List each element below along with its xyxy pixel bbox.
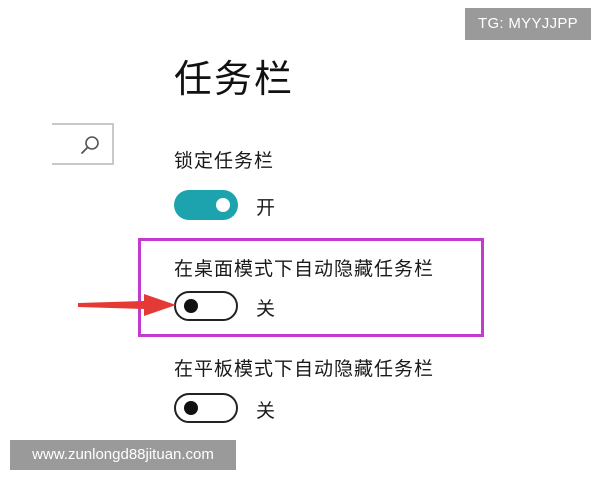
setting-label-autohide-tablet: 在平板模式下自动隐藏任务栏: [174, 358, 435, 380]
toggle-lock-taskbar[interactable]: [174, 190, 238, 220]
setting-label-autohide-desktop: 在桌面模式下自动隐藏任务栏: [174, 258, 435, 280]
tg-badge: TG: MYYJJPP: [465, 8, 591, 40]
toggle-autohide-tablet[interactable]: [174, 393, 238, 423]
search-icon[interactable]: [79, 134, 101, 156]
state-label-lock-taskbar: 开: [256, 197, 276, 219]
search-box[interactable]: [52, 123, 114, 165]
page-title: 任务栏: [174, 57, 295, 101]
red-arrow-icon: [78, 294, 176, 316]
toggle-autohide-desktop[interactable]: [174, 291, 238, 321]
watermark: www.zunlongd88jituan.com: [10, 440, 236, 470]
toggle-knob: [184, 299, 198, 313]
toggle-knob: [216, 198, 230, 212]
highlight-frame: [138, 238, 484, 337]
setting-label-lock-taskbar: 锁定任务栏: [174, 150, 275, 172]
state-label-autohide-desktop: 关: [256, 298, 276, 320]
toggle-knob: [184, 401, 198, 415]
state-label-autohide-tablet: 关: [256, 400, 276, 422]
